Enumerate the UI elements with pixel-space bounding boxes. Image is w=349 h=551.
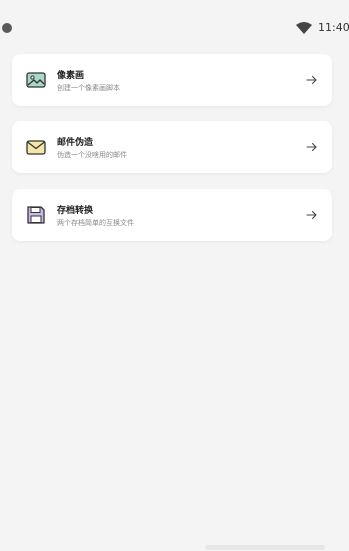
card-subtitle: 两个存档简单的互换文件 — [57, 219, 134, 227]
arrow-right-icon[interactable] — [306, 74, 318, 86]
mail-forge-card[interactable]: 邮件伪造 伪造一个没啥用的邮件 — [12, 121, 332, 173]
card-subtitle: 创建一个像素画脚本 — [57, 84, 120, 92]
mail-icon — [26, 140, 46, 155]
image-icon — [26, 72, 46, 88]
card-title: 存档转换 — [57, 206, 94, 216]
card-title: 邮件伪造 — [57, 138, 94, 148]
status-time: 11:40 — [318, 21, 349, 34]
pixel-art-card[interactable]: 像素画 创建一个像素画脚本 — [12, 54, 332, 106]
wifi-icon — [296, 22, 312, 34]
gesture-bar[interactable] — [205, 545, 325, 550]
card-subtitle: 伪造一个没啥用的邮件 — [57, 151, 127, 159]
arrow-right-icon[interactable] — [306, 141, 318, 153]
arrow-right-icon[interactable] — [306, 209, 318, 221]
save-convert-card[interactable]: 存档转换 两个存档简单的互换文件 — [12, 189, 332, 241]
save-icon — [27, 206, 45, 224]
status-dot — [2, 23, 12, 33]
status-bar: 11:40 — [0, 0, 349, 40]
card-title: 像素画 — [57, 71, 85, 81]
